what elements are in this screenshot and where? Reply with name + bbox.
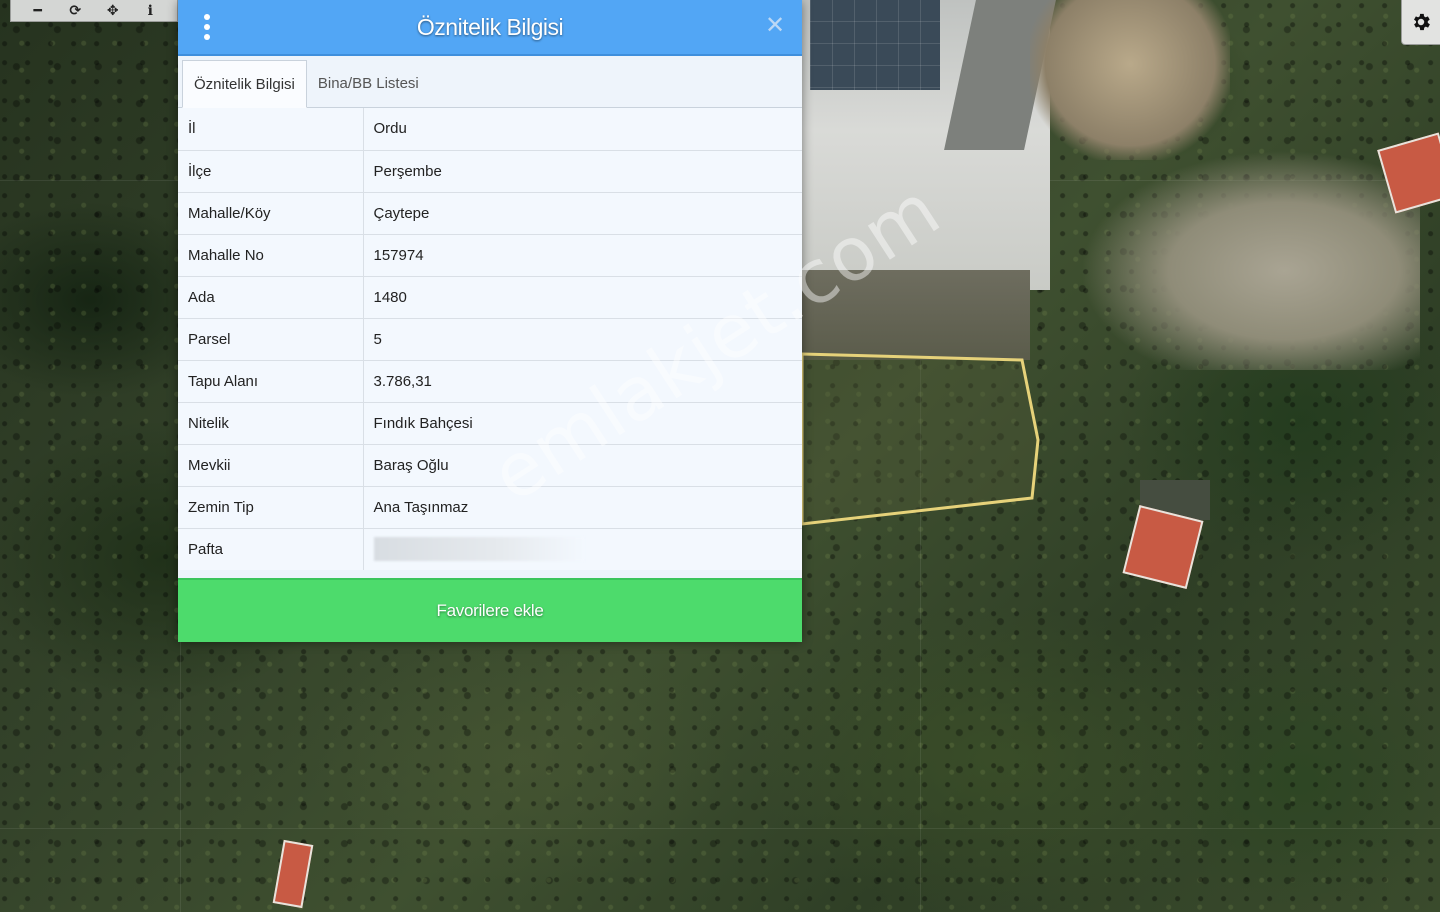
- attr-key: Tapu Alanı: [178, 360, 364, 403]
- table-row: Tapu Alanı 3.786,31: [178, 360, 802, 403]
- close-icon[interactable]: ✕: [764, 14, 786, 38]
- attr-value: Ana Taşınmaz: [363, 486, 802, 529]
- parcel-polygon[interactable]: [800, 352, 1040, 526]
- table-row: Ada 1480: [178, 276, 802, 319]
- parcel-outline[interactable]: [790, 340, 1050, 540]
- pan-crosshair-icon[interactable]: ✥: [102, 1, 124, 21]
- info-icon[interactable]: i: [139, 1, 161, 21]
- dialog-tabs: Öznitelik Bilgisi Bina/BB Listesi: [178, 56, 802, 108]
- attr-value: Perşembe: [363, 150, 802, 193]
- map-tile-seam: [0, 828, 1440, 829]
- settings-button[interactable]: [1401, 0, 1440, 45]
- tab-bina-bb-listesi[interactable]: Bina/BB Listesi: [307, 59, 430, 107]
- dirt-path: [1080, 150, 1420, 370]
- dialog-header: Öznitelik Bilgisi ✕: [178, 0, 802, 56]
- attr-value: Fındık Bahçesi: [363, 402, 802, 445]
- table-row: Mevkii Baraş Oğlu: [178, 444, 802, 487]
- attr-key: Parsel: [178, 318, 364, 361]
- table-row: İl Ordu: [178, 108, 802, 151]
- solar-roof: [810, 0, 940, 90]
- table-row: Pafta: [178, 528, 802, 570]
- add-to-favorites-button[interactable]: Favorilere ekle: [178, 578, 802, 642]
- attr-key: Mahalle No: [178, 234, 364, 277]
- attr-value: Çaytepe: [363, 192, 802, 235]
- table-row: Nitelik Fındık Bahçesi: [178, 402, 802, 445]
- attr-key: Mevkii: [178, 444, 364, 487]
- minus-icon[interactable]: ━: [27, 1, 49, 21]
- vertical-dots-icon[interactable]: [198, 14, 216, 40]
- attr-key: Zemin Tip: [178, 486, 364, 529]
- refresh-icon[interactable]: ⟳: [64, 1, 86, 21]
- attr-value-redacted: [363, 528, 802, 570]
- attr-value: 3.786,31: [363, 360, 802, 403]
- attr-value: 157974: [363, 234, 802, 277]
- tab-oznitelik-bilgisi[interactable]: Öznitelik Bilgisi: [182, 60, 307, 108]
- redacted-value: [373, 537, 584, 562]
- map-toolbar: ━ ⟳ ✥ i: [10, 0, 178, 22]
- gear-icon: [1414, 13, 1430, 31]
- dirt-clearing: [1030, 0, 1230, 160]
- attr-value: Ordu: [363, 108, 802, 151]
- attribute-dialog: Öznitelik Bilgisi ✕ Öznitelik Bilgisi Bi…: [178, 0, 802, 642]
- attr-key: İl: [178, 108, 364, 151]
- attr-key: Pafta: [178, 528, 364, 570]
- table-row: Parsel 5: [178, 318, 802, 361]
- attr-key: Mahalle/Köy: [178, 192, 364, 235]
- attr-value: Baraş Oğlu: [363, 444, 802, 487]
- attr-key: Ada: [178, 276, 364, 319]
- table-row: Mahalle No 157974: [178, 234, 802, 277]
- table-row: Zemin Tip Ana Taşınmaz: [178, 486, 802, 529]
- attribute-table: İl Ordu İlçe Perşembe Mahalle/Köy Çaytep…: [178, 108, 802, 570]
- attr-value: 1480: [363, 276, 802, 319]
- attr-value: 5: [363, 318, 802, 361]
- table-row: Mahalle/Köy Çaytepe: [178, 192, 802, 235]
- attr-key: Nitelik: [178, 402, 364, 445]
- table-row: İlçe Perşembe: [178, 150, 802, 193]
- dialog-title: Öznitelik Bilgisi: [416, 13, 564, 40]
- attr-key: İlçe: [178, 150, 364, 193]
